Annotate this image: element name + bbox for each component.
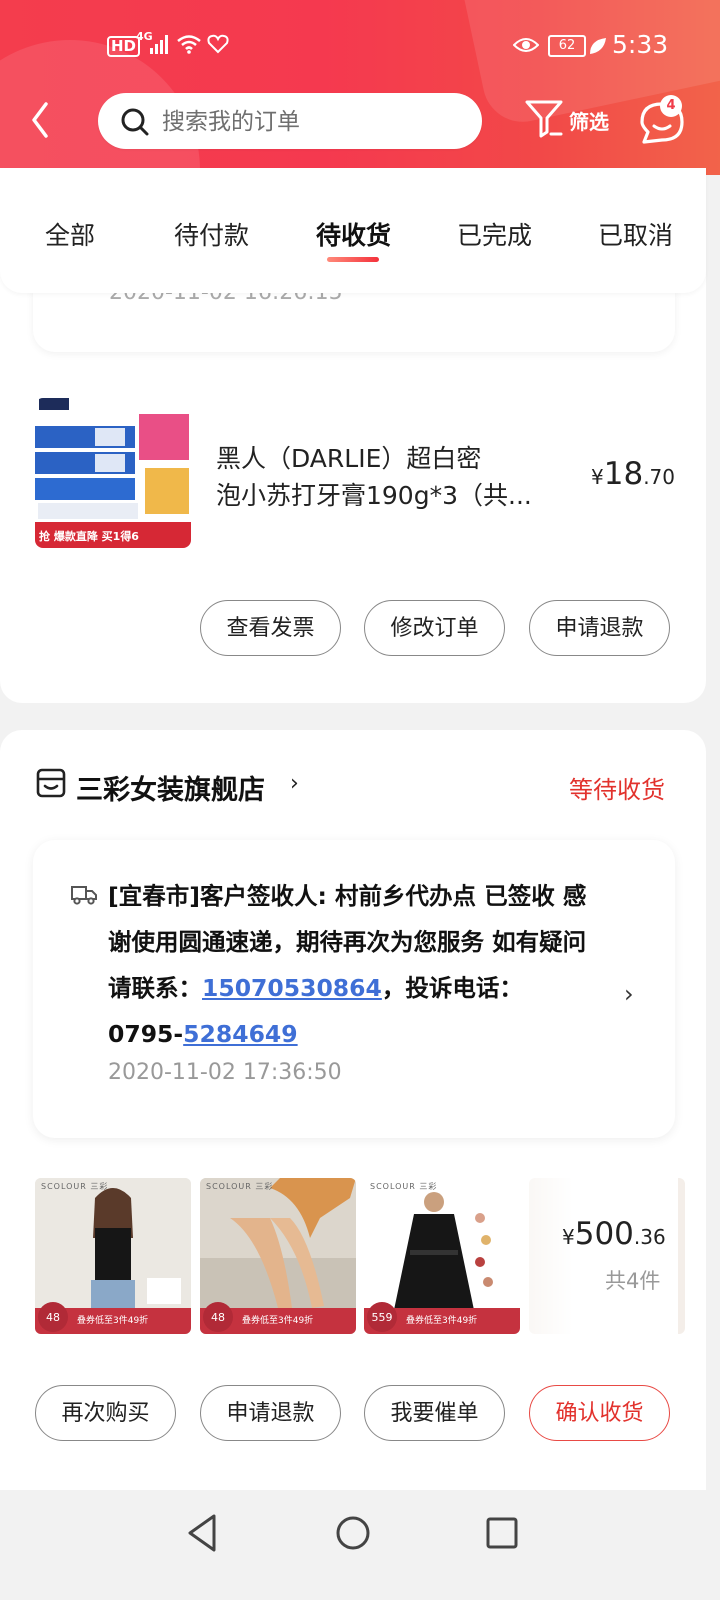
search-icon xyxy=(121,108,149,136)
view-invoice-button[interactable]: 查看发票 xyxy=(200,600,341,656)
search-input[interactable] xyxy=(160,101,464,143)
confirm-receipt-button[interactable]: 确认收货 xyxy=(529,1385,670,1441)
contact-phone-link[interactable]: 15070530864 xyxy=(202,974,382,1002)
toothpaste-product-image: 抢 爆款直降 买1得6 xyxy=(35,398,191,548)
product-title[interactable]: 黑人（DARLIE）超白密 泡小苏打牙膏190g*3（共... xyxy=(216,440,556,514)
filter-label: 筛选 xyxy=(569,110,609,134)
complaint-phone-link[interactable]: 5284649 xyxy=(183,1020,297,1048)
thumbnail-brand: SCOLOUR 三彩 xyxy=(41,1182,109,1191)
product-title-line1: 黑人（DARLIE）超白密 xyxy=(216,444,482,473)
circle-home-icon xyxy=(336,1516,370,1550)
message-count-badge: 4 xyxy=(660,95,682,117)
nav-home-button[interactable] xyxy=(328,1508,378,1558)
thumbnail-promo: 叠券低至3件49折 xyxy=(242,1316,314,1326)
order-tabs: 全部 待付款 待收货 已完成 已取消 xyxy=(0,168,706,293)
tab-pending-payment[interactable]: 待付款 xyxy=(174,216,249,252)
thumbnail-brand: SCOLOUR 三彩 xyxy=(370,1182,438,1191)
thumbnail-fade xyxy=(528,1170,678,1340)
tab-pending-receipt[interactable]: 待收货 xyxy=(316,216,391,252)
product-thumbnail[interactable]: SCOLOUR 三彩 叠券低至3件49折 48 xyxy=(200,1178,356,1334)
clock: 5:33 xyxy=(612,30,669,59)
store-icon xyxy=(36,768,66,798)
filter-icon xyxy=(525,100,563,138)
nav-recents-button[interactable] xyxy=(477,1508,527,1558)
thumbnail-price-tag: 559 xyxy=(367,1302,397,1332)
price-integer: 18 xyxy=(603,456,644,492)
signal-icon xyxy=(150,35,168,54)
chevron-right-icon[interactable]: › xyxy=(290,771,299,796)
product-thumbnail[interactable]: SCOLOUR 三彩 叠券低至3件49折 48 xyxy=(35,1178,191,1334)
price-integer: 500 xyxy=(574,1216,634,1252)
status-bar: HD 4G 62 5:33 xyxy=(0,26,720,66)
product-image-banner: 抢 爆款直降 买1得6 xyxy=(39,529,139,543)
thumbnail-price-tag: 48 xyxy=(38,1302,68,1332)
product-price: ¥18.70 xyxy=(591,456,675,492)
request-refund-button[interactable]: 申请退款 xyxy=(200,1385,341,1441)
heart-app-icon xyxy=(207,34,229,54)
nav-back-button[interactable] xyxy=(178,1508,228,1558)
leaf-icon xyxy=(590,38,606,54)
store-name[interactable]: 三彩女装旗舰店 xyxy=(76,768,265,807)
urge-delivery-button[interactable]: 我要催单 xyxy=(364,1385,505,1441)
search-bar[interactable] xyxy=(98,93,482,149)
modify-order-button[interactable]: 修改订单 xyxy=(364,600,505,656)
order-status: 等待收货 xyxy=(569,776,665,804)
item-count: 共4件 xyxy=(605,1269,661,1293)
thumbnail-brand: SCOLOUR 三彩 xyxy=(206,1182,274,1191)
product-title-line2: 泡小苏打牙膏190g*3（共... xyxy=(216,481,532,510)
tab-completed[interactable]: 已完成 xyxy=(457,216,532,252)
thumbnail-price-tag: 48 xyxy=(203,1302,233,1332)
thumbnail-promo: 叠券低至3件49折 xyxy=(406,1316,478,1326)
price-currency: ¥ xyxy=(591,465,604,489)
product-image[interactable]: 抢 爆款直降 买1得6 xyxy=(35,398,191,548)
logistics-message: [宜春市]客户签收人: 村前乡代办点 已签收 感谢使用圆通速递，期待再次为您服务… xyxy=(108,873,588,1057)
logistics-time: 2020-11-02 17:36:50 xyxy=(108,1060,342,1085)
wifi-icon xyxy=(177,35,201,54)
price-currency: ¥ xyxy=(562,1225,575,1249)
buy-again-button[interactable]: 再次购买 xyxy=(35,1385,176,1441)
back-button[interactable] xyxy=(22,98,62,142)
app-header: HD 4G 62 5:33 搜索我的订单 筛选 4 xyxy=(0,0,720,175)
active-tab-indicator xyxy=(327,257,379,262)
product-thumbnail[interactable]: SCOLOUR 三彩 叠券低至3件49折 559 xyxy=(364,1178,520,1334)
tab-all[interactable]: 全部 xyxy=(45,216,95,252)
price-decimal: .70 xyxy=(643,465,675,489)
square-recents-icon xyxy=(486,1517,518,1549)
price-decimal: .36 xyxy=(633,1225,666,1249)
triangle-back-icon xyxy=(188,1514,216,1552)
tab-cancelled[interactable]: 已取消 xyxy=(598,216,673,252)
filter-button[interactable]: 筛选 xyxy=(521,96,617,146)
eye-comfort-icon xyxy=(513,38,539,52)
truck-icon xyxy=(71,886,97,905)
battery-indicator: 62 xyxy=(548,35,586,57)
chevron-left-icon xyxy=(32,102,48,138)
chevron-right-icon[interactable]: › xyxy=(624,980,634,1008)
thumbnail-promo: 叠券低至3件49折 xyxy=(77,1316,149,1326)
order-total-price: ¥500.36 xyxy=(562,1216,666,1252)
request-refund-button[interactable]: 申请退款 xyxy=(529,600,670,656)
